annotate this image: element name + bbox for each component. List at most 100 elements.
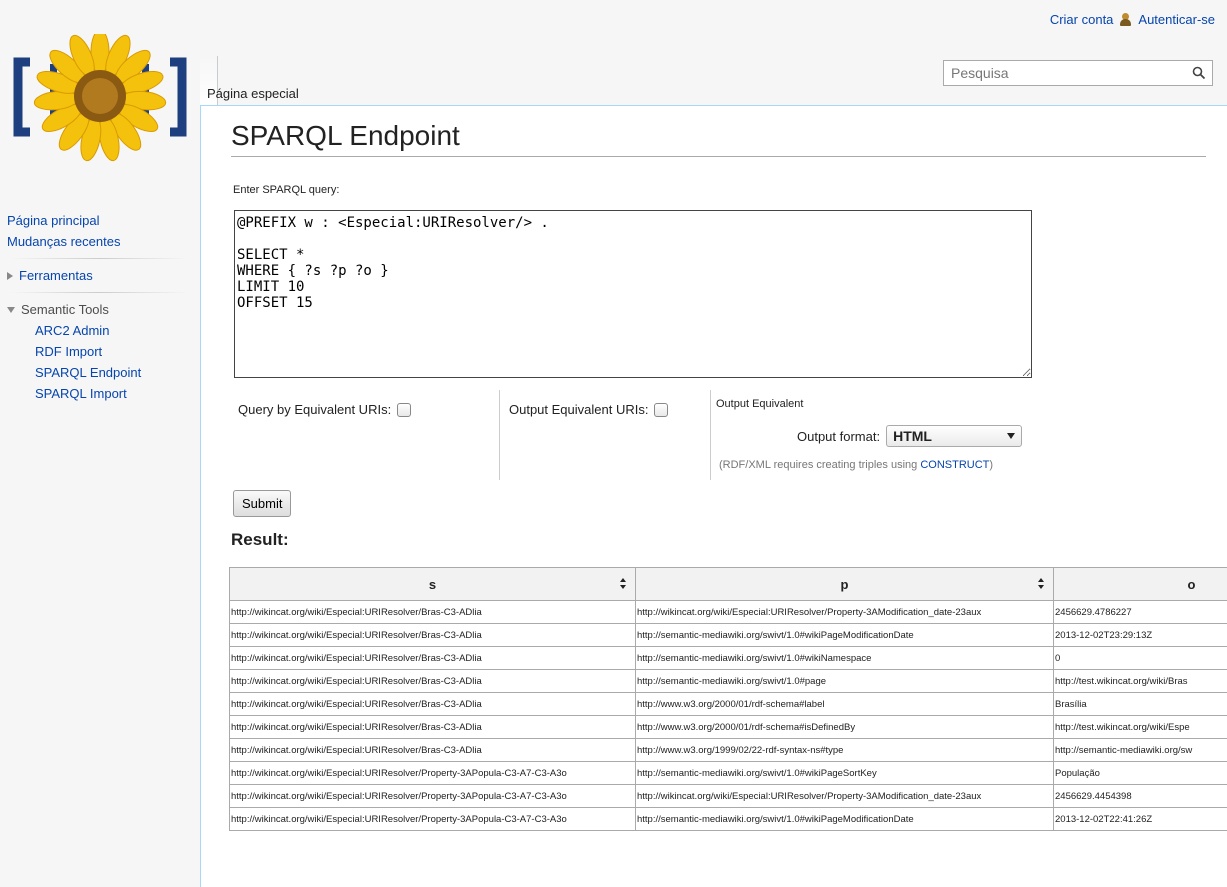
- cell-o: 0: [1053, 646, 1227, 670]
- triangle-right-icon: [7, 271, 13, 280]
- create-account-link[interactable]: Criar conta: [1050, 12, 1114, 27]
- table-header-row: s p o: [229, 567, 1227, 601]
- cell-s: http://wikincat.org/wiki/Especial:URIRes…: [229, 761, 636, 785]
- cell-s: http://wikincat.org/wiki/Especial:URIRes…: [229, 692, 636, 716]
- cell-p: http://semantic-mediawiki.org/swivt/1.0#…: [635, 623, 1054, 647]
- sidebar-item-sparql-endpoint[interactable]: SPARQL Endpoint: [0, 362, 200, 383]
- sidebar-item-arc2-admin[interactable]: ARC2 Admin: [0, 320, 200, 341]
- query-equivalent-option: Query by Equivalent URIs:: [238, 402, 412, 417]
- cell-p: http://www.w3.org/2000/01/rdf-schema#isD…: [635, 715, 1054, 739]
- content-area: SPARQL Endpoint Enter SPARQL query: @PRE…: [200, 105, 1227, 887]
- column-header-o[interactable]: o: [1053, 567, 1227, 601]
- query-equivalent-checkbox[interactable]: [397, 402, 412, 417]
- tab-special-page[interactable]: Página especial: [200, 56, 299, 106]
- sidebar-divider: [10, 258, 188, 259]
- cell-p: http://semantic-mediawiki.org/swivt/1.0#…: [635, 669, 1054, 693]
- cell-o: http://test.wikincat.org/wiki/Espe: [1053, 715, 1227, 739]
- cell-s: http://wikincat.org/wiki/Especial:URIRes…: [229, 784, 636, 808]
- output-format-note: (RDF/XML requires creating triples using…: [719, 459, 993, 471]
- table-row: http://wikincat.org/wiki/Especial:URIRes…: [229, 646, 1227, 670]
- cell-o: 2013-12-02T23:29:13Z: [1053, 623, 1227, 647]
- output-format-value: HTML: [893, 428, 932, 444]
- cell-s: http://wikincat.org/wiki/Especial:URIRes…: [229, 807, 636, 831]
- search-icon[interactable]: [1192, 66, 1206, 80]
- sidebar-item-rdf-import[interactable]: RDF Import: [0, 341, 200, 362]
- sidebar-semantic-tools-label[interactable]: Semantic Tools: [21, 302, 109, 317]
- cell-s: http://wikincat.org/wiki/Especial:URIRes…: [229, 600, 636, 624]
- output-format-select[interactable]: HTML: [886, 425, 1023, 447]
- column-header-label: o: [1187, 576, 1196, 592]
- table-row: http://wikincat.org/wiki/Especial:URIRes…: [229, 784, 1227, 808]
- sidebar: Página principal Mudanças recentes Ferra…: [0, 210, 200, 404]
- cell-p: http://semantic-mediawiki.org/swivt/1.0#…: [635, 807, 1054, 831]
- triangle-down-icon: [7, 306, 15, 313]
- sidebar-tools-label[interactable]: Ferramentas: [19, 268, 93, 283]
- query-equivalent-label: Query by Equivalent URIs:: [238, 402, 392, 417]
- cell-o: População: [1053, 761, 1227, 785]
- sort-icon[interactable]: [1038, 578, 1045, 589]
- search-box: [943, 60, 1213, 86]
- cell-s: http://wikincat.org/wiki/Especial:URIRes…: [229, 623, 636, 647]
- sidebar-item-recent-changes[interactable]: Mudanças recentes: [0, 231, 200, 252]
- submit-button[interactable]: Submit: [233, 490, 292, 517]
- cell-o: Brasília: [1053, 692, 1227, 716]
- cell-o: 2013-12-02T22:41:26Z: [1053, 807, 1227, 831]
- note-text-end: ): [989, 459, 994, 471]
- cell-p: http://wikincat.org/wiki/Especial:URIRes…: [635, 784, 1054, 808]
- cell-p: http://semantic-mediawiki.org/swivt/1.0#…: [635, 761, 1054, 785]
- tab-label[interactable]: Página especial: [207, 86, 299, 101]
- output-equivalent-checkbox[interactable]: [654, 402, 669, 417]
- site-logo[interactable]: [10, 29, 190, 164]
- sidebar-item-main-page[interactable]: Página principal: [0, 210, 200, 231]
- sunflower-logo-icon: [13, 29, 187, 162]
- table-row: http://wikincat.org/wiki/Especial:URIRes…: [229, 600, 1227, 624]
- sidebar-tools-toggle[interactable]: Ferramentas: [0, 265, 200, 286]
- output-format-row: Output format: HTML: [797, 425, 1023, 447]
- output-format-label: Output format:: [797, 428, 881, 444]
- column-header-label: s: [428, 576, 437, 592]
- output-equivalent-heading: Output Equivalent: [716, 398, 804, 410]
- option-divider: [499, 390, 500, 480]
- cell-s: http://wikincat.org/wiki/Especial:URIRes…: [229, 738, 636, 762]
- output-equivalent-option: Output Equivalent URIs:: [509, 402, 669, 417]
- sidebar-item-sparql-import[interactable]: SPARQL Import: [0, 383, 200, 404]
- table-row: http://wikincat.org/wiki/Especial:URIRes…: [229, 669, 1227, 693]
- login-link[interactable]: Autenticar-se: [1138, 12, 1215, 27]
- cell-s: http://wikincat.org/wiki/Especial:URIRes…: [229, 669, 636, 693]
- personal-tools: Criar conta Autenticar-se: [1050, 12, 1215, 27]
- cell-p: http://wikincat.org/wiki/Especial:URIRes…: [635, 600, 1054, 624]
- table-row: http://wikincat.org/wiki/Especial:URIRes…: [229, 738, 1227, 762]
- sidebar-semantic-tools-toggle[interactable]: Semantic Tools: [0, 299, 200, 320]
- result-table-wrapper: s p o http://wikincat.org/wiki/Especial:…: [229, 567, 1227, 867]
- result-heading: Result:: [231, 530, 289, 549]
- page-title: SPARQL Endpoint: [231, 120, 1206, 157]
- cell-p: http://www.w3.org/2000/01/rdf-schema#lab…: [635, 692, 1054, 716]
- cell-o: http://test.wikincat.org/wiki/Bras: [1053, 669, 1227, 693]
- cell-s: http://wikincat.org/wiki/Especial:URIRes…: [229, 646, 636, 670]
- column-header-s[interactable]: s: [229, 567, 636, 601]
- table-row: http://wikincat.org/wiki/Especial:URIRes…: [229, 692, 1227, 716]
- chevron-down-icon: [1007, 433, 1016, 439]
- option-divider: [710, 390, 711, 480]
- cell-o: 2456629.4454398: [1053, 784, 1227, 808]
- cell-p: http://www.w3.org/1999/02/22-rdf-syntax-…: [635, 738, 1054, 762]
- cell-o: 2456629.4786227: [1053, 600, 1227, 624]
- column-header-p[interactable]: p: [635, 567, 1054, 601]
- table-row: http://wikincat.org/wiki/Especial:URIRes…: [229, 715, 1227, 739]
- sidebar-divider: [10, 292, 188, 293]
- table-row: http://wikincat.org/wiki/Especial:URIRes…: [229, 761, 1227, 785]
- sort-icon[interactable]: [620, 578, 627, 589]
- search-input[interactable]: [944, 61, 1171, 85]
- cell-o: http://semantic-mediawiki.org/sw: [1053, 738, 1227, 762]
- sparql-query-input[interactable]: @PREFIX w : <Especial:URIResolver/> . SE…: [234, 210, 1032, 378]
- user-icon: [1119, 13, 1132, 26]
- construct-link[interactable]: CONSTRUCT: [920, 459, 989, 471]
- output-equivalent-label: Output Equivalent URIs:: [509, 402, 649, 417]
- column-header-label: p: [840, 576, 849, 592]
- table-row: http://wikincat.org/wiki/Especial:URIRes…: [229, 807, 1227, 831]
- result-table: s p o http://wikincat.org/wiki/Especial:…: [229, 567, 1227, 831]
- cell-s: http://wikincat.org/wiki/Especial:URIRes…: [229, 715, 636, 739]
- cell-p: http://semantic-mediawiki.org/swivt/1.0#…: [635, 646, 1054, 670]
- table-row: http://wikincat.org/wiki/Especial:URIRes…: [229, 623, 1227, 647]
- query-label: Enter SPARQL query:: [233, 184, 340, 196]
